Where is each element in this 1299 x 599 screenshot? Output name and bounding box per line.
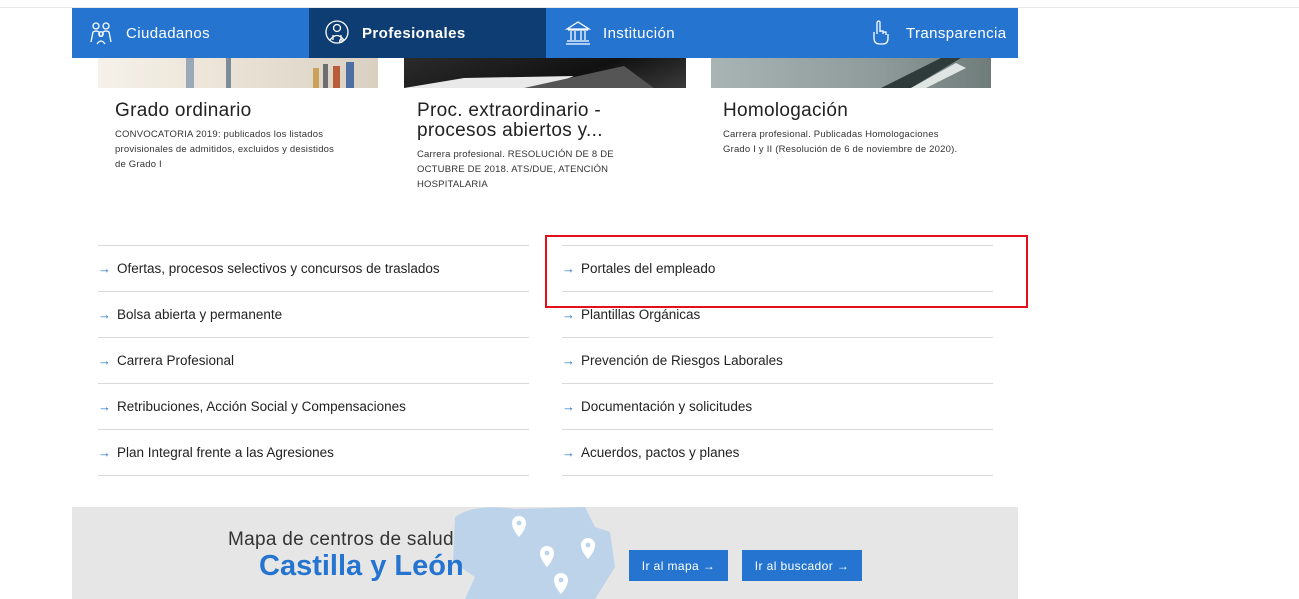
doctor-icon bbox=[322, 18, 352, 48]
list-item-label: Plantillas Orgánicas bbox=[581, 307, 701, 322]
card-title-line: Homologación bbox=[723, 100, 849, 121]
arrow-right-icon: → bbox=[562, 399, 575, 414]
card-desc-line: de Grado I bbox=[115, 159, 162, 170]
hand-icon bbox=[866, 18, 896, 48]
card-title-line: Grado ordinario bbox=[115, 100, 252, 121]
arrow-right-icon: → bbox=[562, 307, 575, 322]
list-item-label: Retribuciones, Acción Social y Compensac… bbox=[117, 399, 406, 414]
arrow-right-icon: → bbox=[562, 353, 575, 368]
card-desc-line: provisionales de admitidos, excluidos y … bbox=[115, 144, 335, 155]
arrow-right-icon: → bbox=[98, 353, 111, 368]
links-list-left: → Ofertas, procesos selectivos y concurs… bbox=[98, 245, 529, 476]
card-title-line: Proc. extraordinario - bbox=[417, 100, 602, 121]
nav-tab-ciudadanos[interactable]: Ciudadanos bbox=[72, 8, 309, 58]
nav-tab-institucion[interactable]: Institución bbox=[546, 8, 782, 58]
arrow-right-icon: → bbox=[98, 307, 111, 322]
card-title-homologacion[interactable]: Homologación bbox=[723, 101, 848, 121]
list-item[interactable]: → Prevención de Riesgos Laborales bbox=[562, 337, 993, 383]
main-nav: Ciudadanos Profesionales Institución Tra… bbox=[72, 8, 1018, 58]
go-to-map-button[interactable]: Ir al mapa → bbox=[629, 550, 728, 581]
list-item[interactable]: → Ofertas, procesos selectivos y concurs… bbox=[98, 245, 529, 291]
card-desc-line: OCTUBRE DE 2018. ATS/DUE, ATENCIÓN bbox=[417, 164, 609, 175]
list-item[interactable]: → Bolsa abierta y permanente bbox=[98, 291, 529, 337]
banner-title: Castilla y León bbox=[259, 550, 464, 582]
card-desc-line: HOSPITALARIA bbox=[417, 179, 488, 190]
nav-label: Institución bbox=[603, 24, 675, 42]
map-banner: Mapa de centros de salud Castilla y León… bbox=[72, 507, 1018, 599]
card-desc-line: Carrera profesional. Publicadas Homologa… bbox=[723, 129, 939, 140]
people-icon bbox=[86, 18, 116, 48]
card-desc-line: CONVOCATORIA 2019: publicados los listad… bbox=[115, 129, 324, 140]
card-title-grado-ordinario[interactable]: Grado ordinario bbox=[115, 101, 252, 121]
list-item-label: Plan Integral frente a las Agresiones bbox=[117, 445, 334, 460]
nav-tab-transparencia[interactable]: Transparencia bbox=[782, 8, 1018, 58]
list-item-label: Bolsa abierta y permanente bbox=[117, 307, 283, 322]
list-item-label: Prevención de Riesgos Laborales bbox=[581, 353, 783, 368]
card-desc-line: Carrera profesional. RESOLUCIÓN DE 8 DE bbox=[417, 149, 614, 160]
arrow-right-icon: → bbox=[98, 261, 111, 276]
card-image-grado-ordinario[interactable] bbox=[98, 58, 378, 88]
list-item-label: Acuerdos, pactos y planes bbox=[581, 445, 740, 460]
card-desc-proc-extraordinario: Carrera profesional. RESOLUCIÓN DE 8 DE … bbox=[417, 147, 614, 192]
card-title-proc-extraordinario[interactable]: Proc. extraordinario - procesos abiertos… bbox=[417, 101, 603, 141]
map-illustration bbox=[453, 507, 615, 599]
arrow-right-icon: → bbox=[98, 445, 111, 460]
list-item-label: Ofertas, procesos selectivos y concursos… bbox=[117, 261, 440, 276]
list-item[interactable]: → Carrera Profesional bbox=[98, 337, 529, 383]
list-item[interactable]: → Documentación y solicitudes bbox=[562, 383, 993, 429]
nav-label: Profesionales bbox=[362, 24, 466, 42]
nav-label: Transparencia bbox=[906, 24, 1007, 42]
building-icon bbox=[563, 18, 593, 48]
card-title-line: procesos abiertos y... bbox=[417, 120, 603, 141]
nav-label: Ciudadanos bbox=[126, 24, 211, 42]
card-image-proc-extraordinario[interactable] bbox=[404, 58, 686, 88]
banner-subtitle: Mapa de centros de salud bbox=[228, 529, 454, 550]
card-desc-grado-ordinario: CONVOCATORIA 2019: publicados los listad… bbox=[115, 127, 334, 172]
list-item[interactable]: → Plan Integral frente a las Agresiones bbox=[98, 429, 529, 476]
card-desc-line: Grado I y II (Resolución de 6 de noviemb… bbox=[723, 144, 958, 155]
highlight-annotation-box bbox=[545, 235, 1028, 308]
list-item-label: Documentación y solicitudes bbox=[581, 399, 753, 414]
arrow-right-icon: → bbox=[98, 399, 111, 414]
list-item[interactable]: → Retribuciones, Acción Social y Compens… bbox=[98, 383, 529, 429]
card-desc-homologacion: Carrera profesional. Publicadas Homologa… bbox=[723, 127, 957, 157]
card-image-homologacion[interactable] bbox=[711, 58, 991, 88]
list-item[interactable]: → Acuerdos, pactos y planes bbox=[562, 429, 993, 476]
go-to-search-button[interactable]: Ir al buscador → bbox=[742, 550, 862, 581]
nav-tab-profesionales[interactable]: Profesionales bbox=[309, 8, 546, 58]
list-item-label: Carrera Profesional bbox=[117, 353, 235, 368]
arrow-right-icon: → bbox=[562, 445, 575, 460]
